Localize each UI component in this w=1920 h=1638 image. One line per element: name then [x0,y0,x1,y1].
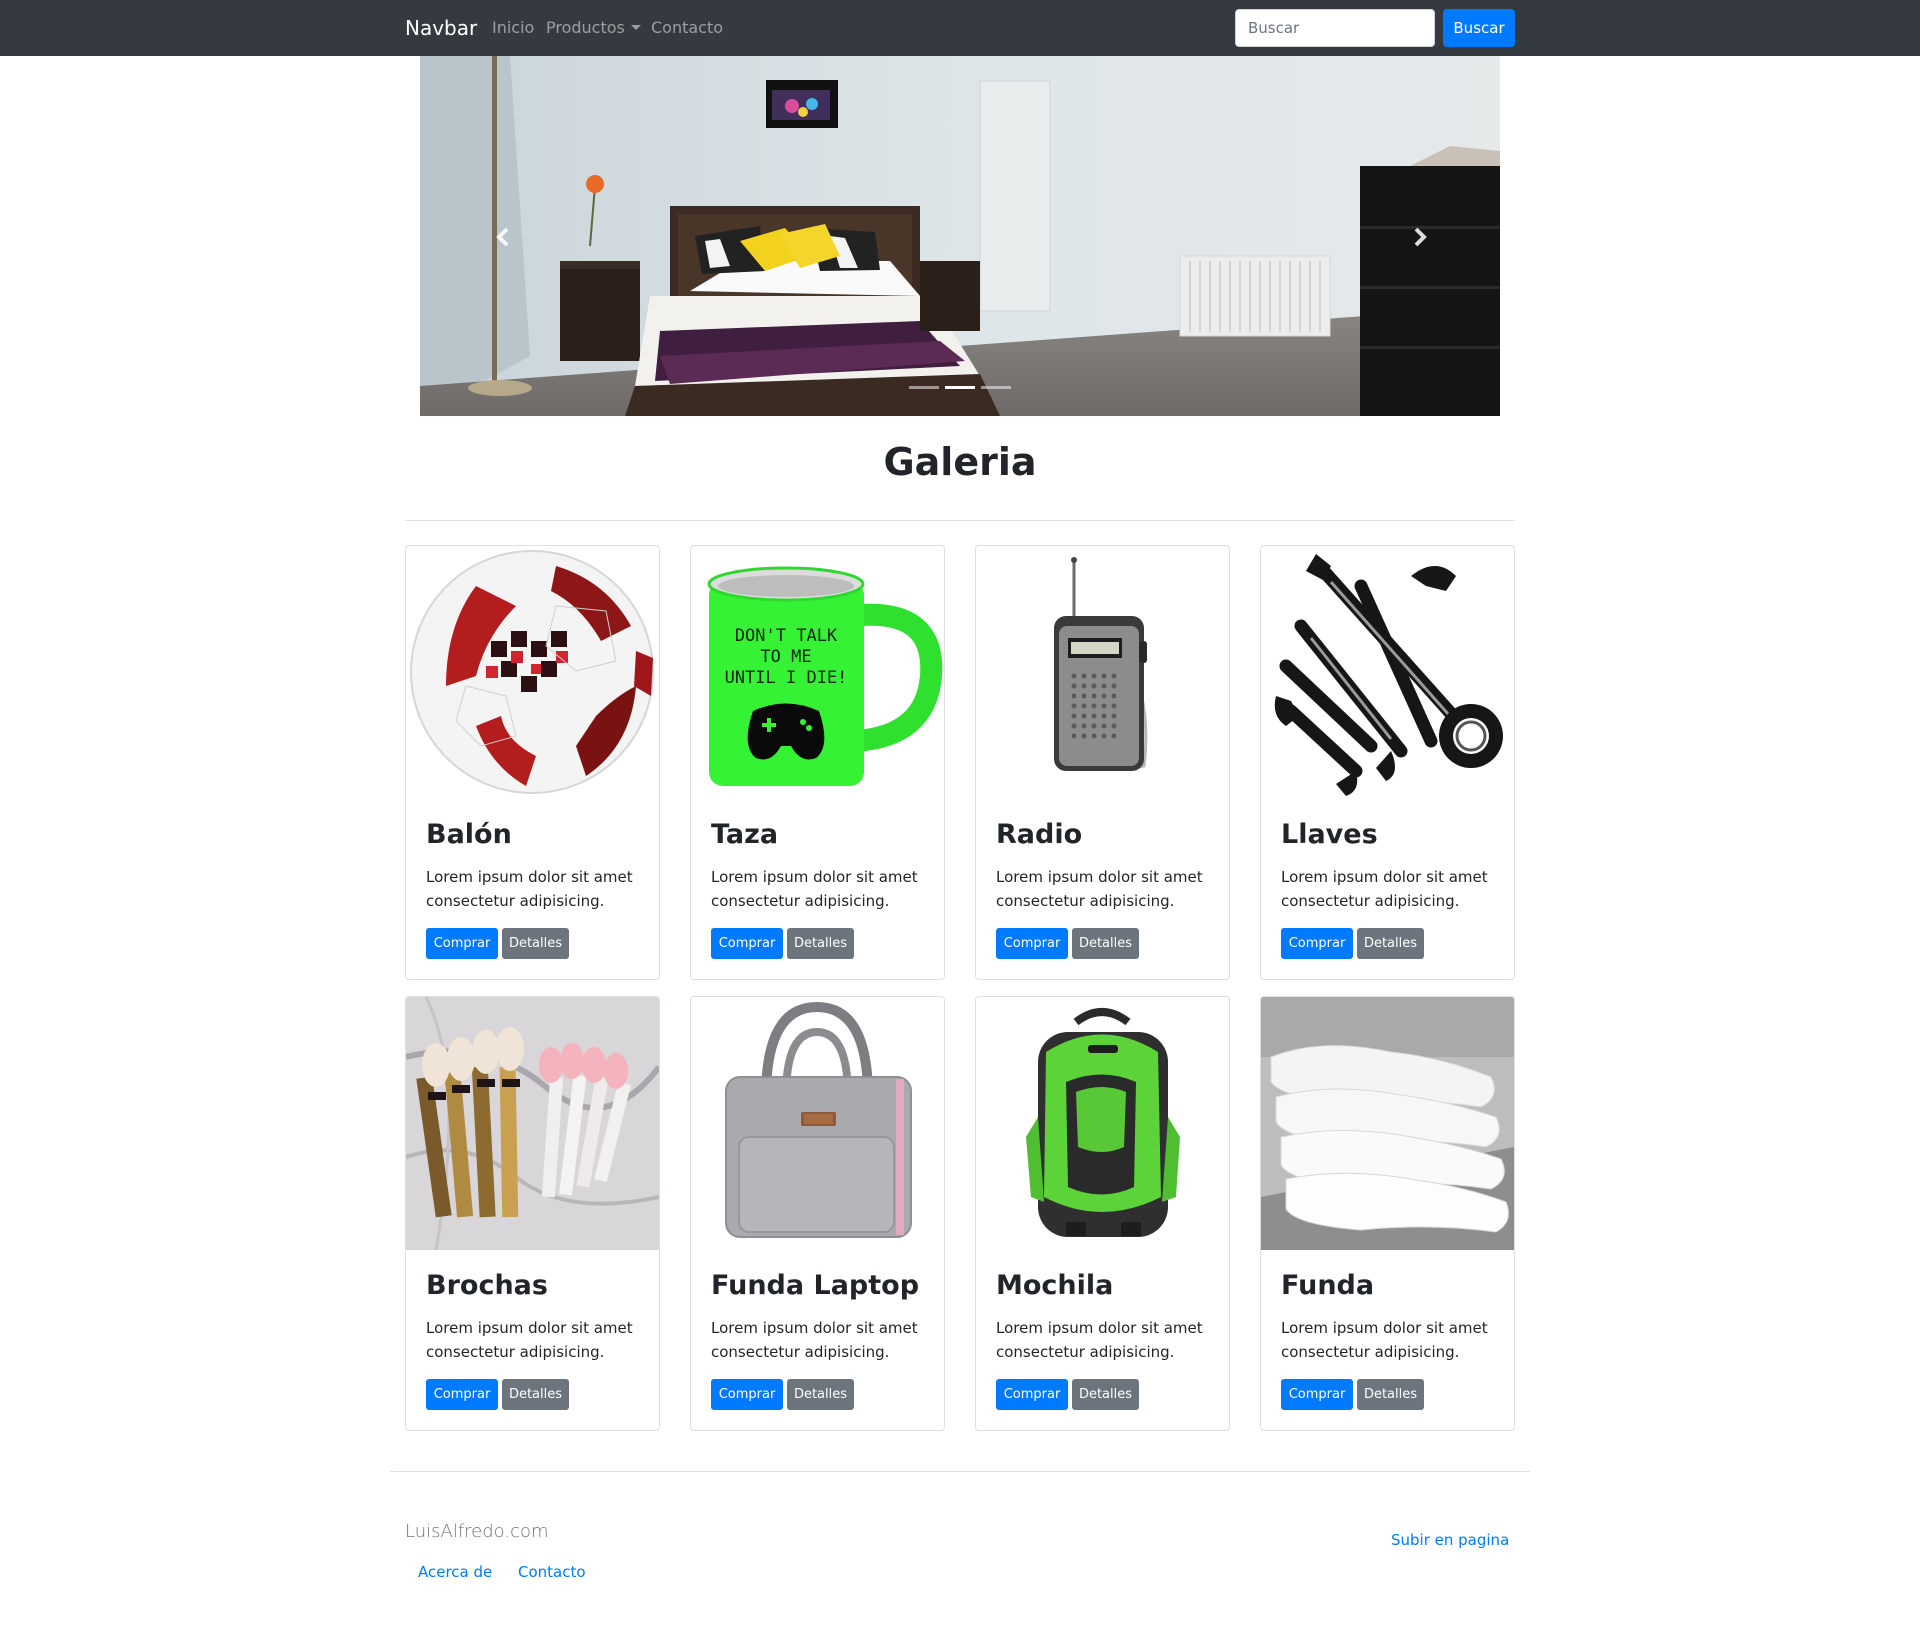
details-button[interactable]: Detalles [787,928,854,959]
brushes-image [406,997,659,1250]
card-text: Lorem ipsum dolor sit amet consectetur a… [1281,868,1488,910]
nav-link-productos-label: Productos [546,18,625,37]
navbar-brand[interactable]: Navbar [405,16,477,40]
details-button[interactable]: Detalles [1072,1379,1139,1410]
search-input[interactable] [1235,9,1435,47]
ball-image [410,550,654,794]
card-text: Lorem ipsum dolor sit amet consectetur a… [1281,1319,1488,1361]
carousel-indicator-3[interactable] [981,386,1011,389]
radio-image [1054,557,1148,771]
product-card-mochila: Mochila Lorem ipsum dolor sit amet conse… [975,996,1230,1431]
mug-text-1: DON'T TALK [735,626,838,646]
carousel-indicator-1[interactable] [909,386,939,389]
laptop-sleeve-image [725,1001,912,1238]
card-text: Lorem ipsum dolor sit amet consectetur a… [711,1319,918,1361]
carousel [420,56,1500,416]
buy-button[interactable]: Comprar [711,928,783,959]
footer-link-acerca-de[interactable]: Acerca de [418,1563,492,1581]
details-button[interactable]: Detalles [1357,1379,1424,1410]
details-button[interactable]: Detalles [1357,928,1424,959]
details-button[interactable]: Detalles [502,1379,569,1410]
details-button[interactable]: Detalles [1072,928,1139,959]
carousel-indicator-2[interactable] [945,386,975,389]
mug-text-3: UNTIL I DIE! [725,668,848,688]
footer-link-contacto[interactable]: Contacto [518,1563,586,1581]
card-title: Balón [426,819,512,850]
nav-link-productos[interactable]: Productos [546,18,641,37]
nav-link-contacto[interactable]: Contacto [651,18,723,37]
navbar: Navbar Inicio Productos Contacto Buscar [0,0,1920,56]
carousel-prev-icon[interactable] [489,222,519,252]
card-title: Funda [1281,1270,1375,1301]
details-button[interactable]: Detalles [502,928,569,959]
buy-button[interactable]: Comprar [711,1379,783,1410]
buy-button[interactable]: Comprar [996,928,1068,959]
product-card-funda: Funda Lorem ipsum dolor sit amet consect… [1260,996,1515,1431]
footer-divider [390,1471,1530,1472]
pillows-image [1261,997,1514,1250]
card-title: Llaves [1281,819,1378,850]
card-text: Lorem ipsum dolor sit amet consectetur a… [996,1319,1203,1361]
card-text: Lorem ipsum dolor sit amet consectetur a… [426,1319,633,1361]
carousel-next-icon[interactable] [1404,222,1434,252]
buy-button[interactable]: Comprar [1281,928,1353,959]
gallery-title: Galeria [883,440,1037,484]
product-card-brochas: Brochas Lorem ipsum dolor sit amet conse… [405,996,660,1431]
buy-button[interactable]: Comprar [426,928,498,959]
nav-link-inicio[interactable]: Inicio [492,18,534,37]
bedroom-slide-image [420,56,1500,416]
back-to-top-link[interactable]: Subir en pagina [1391,1531,1509,1549]
dropdown-caret-icon [630,25,641,30]
product-card-taza: DON'T TALK TO ME UNTIL I DIE! Taza Lorem… [690,545,945,980]
product-card-radio: Radio Lorem ipsum dolor sit amet consect… [975,545,1230,980]
product-card-funda-laptop: Funda Laptop Lorem ipsum dolor sit amet … [690,996,945,1431]
product-card-balon: Balón Lorem ipsum dolor sit amet consect… [405,545,660,980]
buy-button[interactable]: Comprar [1281,1379,1353,1410]
details-button[interactable]: Detalles [787,1379,854,1410]
card-title: Mochila [996,1270,1114,1301]
card-title: Funda Laptop [711,1270,920,1301]
card-title: Brochas [426,1270,548,1301]
buy-button[interactable]: Comprar [426,1379,498,1410]
product-card-llaves: Llaves Lorem ipsum dolor sit amet consec… [1260,545,1515,980]
backpack-image [1026,1008,1180,1237]
card-text: Lorem ipsum dolor sit amet consectetur a… [426,868,633,910]
card-title: Radio [996,819,1083,850]
wrenches-image [1274,554,1503,796]
mug-image: DON'T TALK TO ME UNTIL I DIE! [707,566,943,786]
search-button[interactable]: Buscar [1443,9,1515,47]
card-text: Lorem ipsum dolor sit amet consectetur a… [711,868,918,910]
card-title: Taza [711,819,779,850]
card-text: Lorem ipsum dolor sit amet consectetur a… [996,868,1203,910]
buy-button[interactable]: Comprar [996,1379,1068,1410]
footer-brand: LuisAlfredo.com [405,1521,549,1542]
divider [405,520,1515,521]
mug-text-2: TO ME [760,647,811,667]
